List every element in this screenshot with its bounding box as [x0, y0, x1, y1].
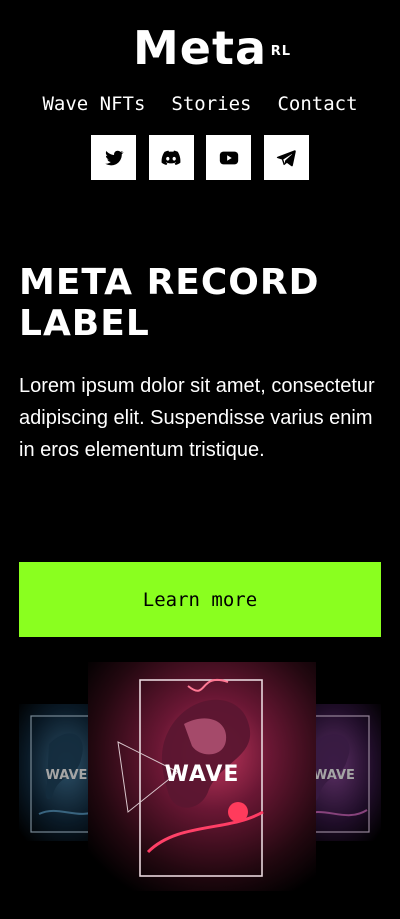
youtube-button[interactable] [206, 135, 251, 180]
hero-description: Lorem ipsum dolor sit amet, consectetur … [19, 375, 375, 461]
logo-name: Meta [132, 21, 267, 75]
discord-icon [161, 150, 181, 165]
main-nav: Wave NFTs Stories Contact [0, 93, 400, 115]
telegram-icon [276, 149, 296, 166]
hero-title: META RECORD LABEL [19, 262, 320, 344]
nav-item-contact[interactable]: Contact [277, 93, 357, 115]
twitter-icon [104, 150, 124, 165]
twitter-button[interactable] [91, 135, 136, 180]
discord-button[interactable] [148, 135, 194, 180]
telegram-button[interactable] [263, 135, 309, 180]
logo-text: Meta RL [132, 21, 290, 75]
logo-superscript: RL [270, 44, 291, 59]
nav-item-stories[interactable]: Stories [171, 93, 251, 115]
nft-card-title: WAVE [164, 762, 240, 787]
learn-more-button[interactable]: Learn more [19, 562, 381, 637]
social-links [91, 135, 309, 180]
nav-item-wave-nfts[interactable]: Wave NFTs [42, 93, 145, 115]
nft-card-featured[interactable]: WAVE [88, 662, 316, 891]
youtube-icon [219, 151, 238, 164]
nft-gallery: WAVE WAVE WAVE [0, 662, 400, 891]
logo[interactable]: Meta RL [0, 24, 400, 72]
